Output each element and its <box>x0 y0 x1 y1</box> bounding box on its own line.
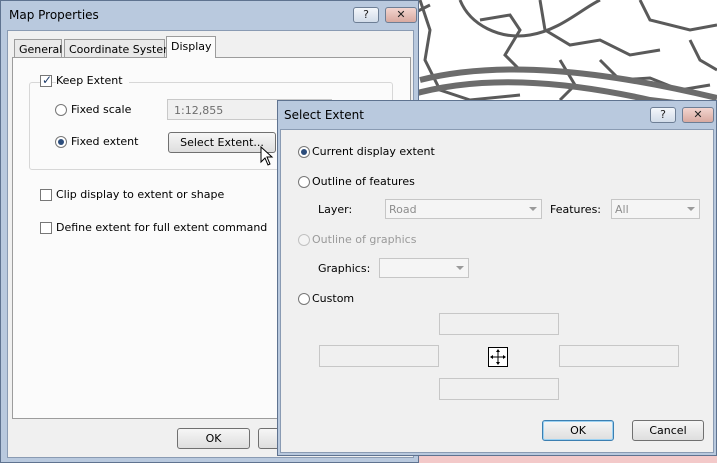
select-extent-titlebar[interactable]: Select Extent ? ✕ <box>278 101 716 129</box>
fixed-extent-label: Fixed extent <box>71 135 139 148</box>
custom-label: Custom <box>312 292 355 305</box>
keep-extent-checkbox[interactable]: ✓ <box>40 73 52 87</box>
custom-top-field[interactable] <box>439 313 559 335</box>
ok-button[interactable]: OK <box>177 428 250 449</box>
clip-display-label: Clip display to extent or shape <box>56 188 225 201</box>
layer-select[interactable]: Road <box>385 199 542 219</box>
fixed-scale-radio[interactable] <box>55 104 67 116</box>
select-extent-client: Current display extent Outline of featur… <box>280 129 714 453</box>
help-button[interactable]: ? <box>650 107 676 123</box>
tab-general[interactable]: General <box>14 39 62 58</box>
keep-extent-label: Keep Extent <box>56 74 129 87</box>
cancel-button[interactable]: Cancel <box>632 420 704 441</box>
close-button[interactable]: ✕ <box>682 107 714 123</box>
current-display-label: Current display extent <box>312 145 435 158</box>
chevron-down-icon <box>456 266 464 270</box>
features-label: Features: <box>550 203 602 216</box>
features-select-value: All <box>615 203 629 216</box>
fixed-scale-label: Fixed scale <box>71 103 132 116</box>
current-display-radio[interactable] <box>298 146 310 158</box>
clip-display-checkbox[interactable] <box>40 189 52 201</box>
outline-graphics-label: Outline of graphics <box>312 233 417 246</box>
custom-bottom-field[interactable] <box>439 378 559 400</box>
map-properties-titlebar[interactable]: Map Properties ? ✕ <box>1 1 418 29</box>
layer-label: Layer: <box>318 203 353 216</box>
features-select[interactable]: All <box>611 199 700 219</box>
select-extent-dialog: Select Extent ? ✕ Current display extent… <box>277 100 717 456</box>
outline-graphics-radio[interactable] <box>298 234 310 246</box>
chevron-down-icon <box>687 207 695 211</box>
custom-right-field[interactable] <box>559 345 679 367</box>
define-extent-checkbox[interactable] <box>40 222 52 234</box>
ok-button[interactable]: OK <box>542 420 614 441</box>
chevron-down-icon <box>529 207 537 211</box>
custom-left-field[interactable] <box>319 345 439 367</box>
outline-features-label: Outline of features <box>312 175 415 188</box>
select-extent-title: Select Extent <box>284 108 364 122</box>
map-properties-title: Map Properties <box>9 8 99 22</box>
mouse-pointer-icon <box>260 146 274 166</box>
help-button[interactable]: ? <box>353 7 379 23</box>
graphics-label: Graphics: <box>318 262 371 275</box>
tab-coordinate-system[interactable]: Coordinate System <box>64 39 174 58</box>
graphics-select[interactable] <box>379 258 469 278</box>
move-cross-icon[interactable] <box>488 347 508 367</box>
outline-features-radio[interactable] <box>298 176 310 188</box>
tab-display[interactable]: Display <box>166 36 216 58</box>
fixed-extent-radio[interactable] <box>55 136 67 148</box>
custom-radio[interactable] <box>298 293 310 305</box>
close-button[interactable]: ✕ <box>385 7 417 23</box>
define-extent-label: Define extent for full extent command <box>56 221 268 234</box>
layer-select-value: Road <box>389 203 417 216</box>
